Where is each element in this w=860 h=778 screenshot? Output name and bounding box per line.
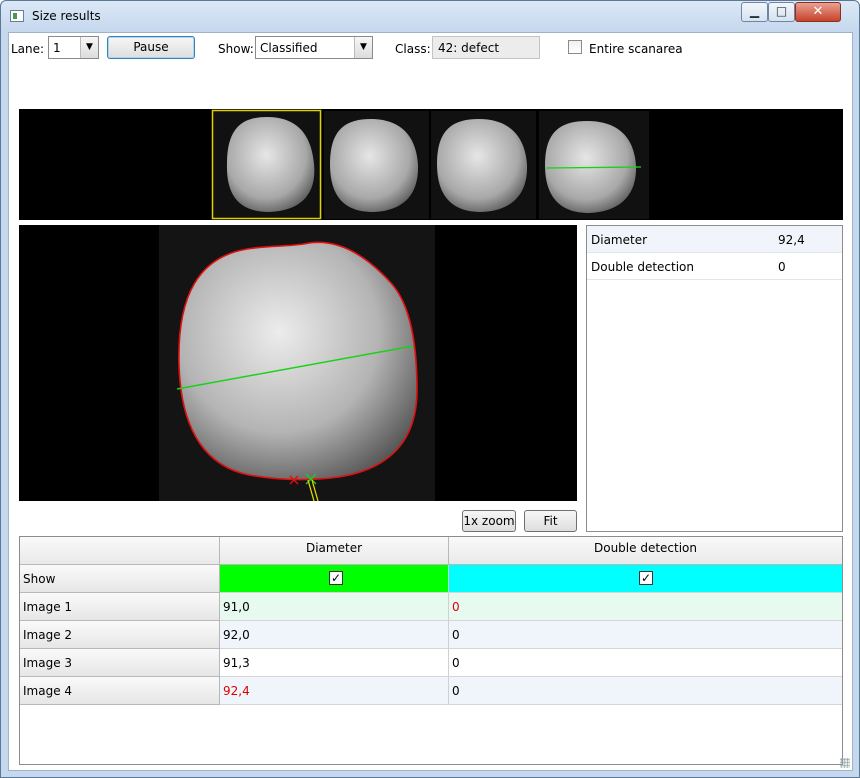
show-double-detection-checkbox[interactable]: ✓ bbox=[639, 571, 653, 585]
chevron-down-icon[interactable]: ▼ bbox=[80, 37, 98, 58]
info-row-double-detection: Double detection 0 bbox=[587, 253, 842, 280]
info-value: 0 bbox=[778, 260, 786, 274]
cell-image-3-double-detection[interactable]: 0 bbox=[449, 649, 842, 677]
cell-image-4-double-detection[interactable]: 0 bbox=[449, 677, 842, 705]
maximize-icon: □ bbox=[775, 4, 788, 18]
pause-button[interactable]: Pause bbox=[107, 36, 195, 59]
row-header-image-2[interactable]: Image 2 bbox=[20, 621, 220, 649]
thumbnail-4[interactable] bbox=[539, 111, 649, 219]
thumbnail-3[interactable] bbox=[431, 111, 536, 219]
title-bar[interactable]: Size results ▁ □ ✕ bbox=[1, 1, 859, 31]
row-header-image-3[interactable]: Image 3 bbox=[20, 649, 220, 677]
lane-label: Lane: bbox=[11, 42, 45, 56]
entire-scanarea-checkbox[interactable] bbox=[568, 40, 582, 54]
show-select-value: Classified bbox=[260, 41, 318, 55]
row-header-image-1[interactable]: Image 1 bbox=[20, 593, 220, 621]
show-diameter-checkbox[interactable]: ✓ bbox=[329, 571, 343, 585]
resize-grip[interactable] bbox=[840, 758, 850, 768]
chevron-down-icon[interactable]: ▼ bbox=[354, 37, 372, 58]
info-row-diameter: Diameter 92,4 bbox=[587, 226, 842, 253]
row-header-show[interactable]: Show bbox=[20, 565, 220, 593]
row-header-image-4[interactable]: Image 4 bbox=[20, 677, 220, 705]
main-image-view[interactable] bbox=[19, 225, 577, 502]
thumbnail-1[interactable] bbox=[211, 109, 322, 220]
cell-image-3-diameter[interactable]: 91,3 bbox=[220, 649, 449, 677]
info-key: Double detection bbox=[591, 260, 695, 274]
thumbnail-strip-canvas bbox=[211, 109, 649, 220]
show-double-detection-cell: ✓ bbox=[449, 565, 842, 593]
maximize-button[interactable]: □ bbox=[768, 2, 795, 22]
close-button[interactable]: ✕ bbox=[795, 2, 841, 22]
window-title: Size results bbox=[32, 9, 101, 23]
info-key: Diameter bbox=[591, 233, 648, 247]
close-icon: ✕ bbox=[812, 4, 824, 19]
client-area: Lane: 1 ▼ Pause Show: Classified ▼ Class… bbox=[8, 32, 853, 771]
lane-select-value: 1 bbox=[53, 41, 61, 55]
main-image-canvas bbox=[159, 225, 435, 502]
cell-image-4-diameter[interactable]: 92,4 bbox=[220, 677, 449, 705]
show-diameter-cell: ✓ bbox=[220, 565, 449, 593]
thumbnail-2[interactable] bbox=[324, 111, 429, 219]
cell-image-2-double-detection[interactable]: 0 bbox=[449, 621, 842, 649]
minimize-icon: ▁ bbox=[749, 4, 760, 18]
results-grid: Diameter Double detection Show ✓ ✓ Image… bbox=[19, 536, 843, 765]
class-label: Class: bbox=[395, 42, 431, 56]
thumbnail-strip bbox=[19, 109, 843, 220]
lane-select[interactable]: 1 ▼ bbox=[48, 36, 99, 59]
cell-image-1-diameter[interactable]: 91,0 bbox=[220, 593, 449, 621]
grid-corner bbox=[20, 537, 220, 565]
minimize-button[interactable]: ▁ bbox=[741, 2, 768, 22]
column-header-double-detection[interactable]: Double detection bbox=[449, 537, 842, 565]
show-select[interactable]: Classified ▼ bbox=[255, 36, 373, 59]
class-value: 42: defect bbox=[438, 41, 500, 55]
fruit-contour bbox=[178, 241, 418, 481]
class-field: 42: defect bbox=[432, 36, 540, 59]
column-header-diameter[interactable]: Diameter bbox=[220, 537, 449, 565]
info-value: 92,4 bbox=[778, 233, 805, 247]
fit-button[interactable]: Fit bbox=[524, 510, 577, 532]
cell-image-1-double-detection[interactable]: 0 bbox=[449, 593, 842, 621]
app-icon bbox=[10, 10, 24, 22]
entire-scanarea-label[interactable]: Entire scanarea bbox=[589, 42, 683, 56]
cell-image-2-diameter[interactable]: 92,0 bbox=[220, 621, 449, 649]
size-results-window: Size results ▁ □ ✕ Lane: 1 ▼ Pause Show:… bbox=[0, 0, 860, 778]
measurement-panel: Diameter 92,4 Double detection 0 bbox=[586, 225, 843, 532]
show-label: Show: bbox=[218, 42, 254, 56]
zoom-1x-button[interactable]: 1x zoom bbox=[462, 510, 516, 532]
